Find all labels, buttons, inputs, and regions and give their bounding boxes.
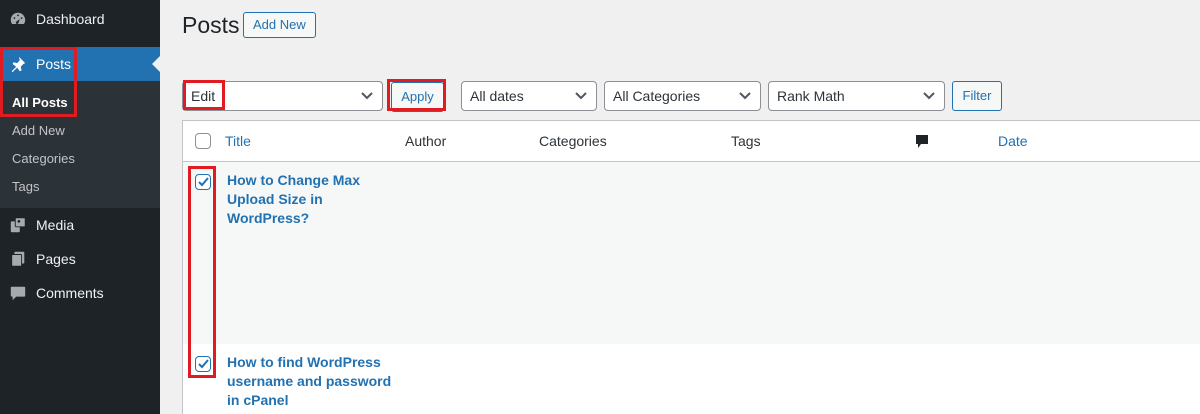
checkmark-icon [198, 177, 209, 187]
rankmath-filter-value: Rank Math [777, 88, 845, 104]
comment-bubble-icon [915, 134, 929, 155]
chevron-down-icon [361, 92, 373, 100]
sidebar-item-label: Media [36, 217, 75, 233]
pages-icon [0, 242, 36, 276]
submenu-add-new[interactable]: Add New [12, 123, 65, 138]
table-row: How to Change Max Upload Size in WordPre… [183, 162, 1200, 344]
row-checkbox[interactable] [195, 174, 211, 190]
admin-sidebar: Dashboard Posts All Posts Add New Catego… [0, 0, 160, 414]
table-row: How to find WordPress username and passw… [183, 344, 1200, 414]
pin-icon [0, 47, 36, 81]
sidebar-item-label: Posts [36, 56, 72, 72]
sidebar-item-pages[interactable]: Pages [0, 242, 160, 276]
page-title: Posts [182, 12, 240, 38]
filter-button[interactable]: Filter [952, 81, 1002, 111]
sidebar-item-dashboard[interactable]: Dashboard [0, 2, 160, 36]
submenu-all-posts[interactable]: All Posts [12, 95, 68, 110]
dates-filter-select[interactable]: All dates [461, 81, 597, 111]
post-title-link[interactable]: How to Change Max Upload Size in WordPre… [227, 171, 397, 228]
column-author: Author [405, 133, 447, 149]
bulk-actions-select[interactable]: Edit [182, 81, 383, 111]
sidebar-item-label: Dashboard [36, 11, 105, 27]
add-new-button[interactable]: Add New [243, 12, 316, 38]
sidebar-item-media[interactable]: Media [0, 208, 160, 242]
comments-icon [0, 276, 36, 310]
select-all-checkbox[interactable] [195, 133, 211, 149]
column-title[interactable]: Title [225, 133, 251, 149]
apply-button[interactable]: Apply [391, 82, 444, 112]
column-categories: Categories [539, 133, 607, 149]
categories-filter-select[interactable]: All Categories [604, 81, 761, 111]
posts-table: Title Author Categories Tags Date How to… [182, 120, 1200, 414]
bulk-actions-value: Edit [191, 88, 216, 104]
submenu-tags[interactable]: Tags [12, 179, 39, 194]
dashboard-icon [0, 2, 36, 36]
table-header: Title Author Categories Tags Date [183, 121, 1200, 162]
sidebar-item-posts[interactable]: Posts [0, 47, 160, 81]
sidebar-item-label: Comments [36, 285, 104, 301]
sidebar-item-label: Pages [36, 251, 76, 267]
dates-filter-value: All dates [470, 88, 524, 104]
rankmath-filter-select[interactable]: Rank Math [768, 81, 945, 111]
submenu-categories[interactable]: Categories [12, 151, 75, 166]
checkmark-icon [198, 359, 209, 369]
column-date[interactable]: Date [998, 133, 1028, 149]
row-checkbox[interactable] [195, 356, 211, 372]
post-title-link[interactable]: How to find WordPress username and passw… [227, 353, 397, 410]
posts-submenu: All Posts Add New Categories Tags [0, 81, 160, 208]
categories-filter-value: All Categories [613, 88, 701, 104]
chevron-down-icon [739, 92, 751, 100]
chevron-down-icon [575, 92, 587, 100]
column-tags: Tags [731, 133, 761, 149]
chevron-down-icon [923, 92, 935, 100]
sidebar-item-comments[interactable]: Comments [0, 276, 160, 310]
media-icon [0, 208, 36, 242]
